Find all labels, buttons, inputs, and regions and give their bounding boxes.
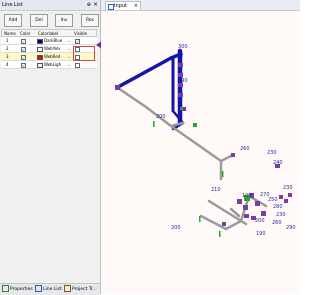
node-marker[interactable] bbox=[243, 205, 248, 210]
support-marker[interactable] bbox=[219, 231, 221, 237]
support-marker[interactable] bbox=[193, 123, 197, 127]
pipe-segment[interactable] bbox=[169, 124, 223, 163]
node-marker[interactable] bbox=[222, 222, 226, 226]
tab-input[interactable]: Input × bbox=[105, 1, 141, 10]
node-label: 100 bbox=[242, 193, 252, 199]
node-label: 300 bbox=[178, 44, 188, 50]
node-label: 280 bbox=[273, 204, 283, 210]
node-marker[interactable] bbox=[288, 193, 292, 197]
app-window: Line List ⊕ × Add Del Inv Res Name Color… bbox=[0, 0, 300, 295]
node-label: 240 bbox=[273, 160, 283, 166]
document-area: Input × 300 290 200 230 260 200 210 240 … bbox=[101, 0, 300, 294]
node-labels: 300 290 200 230 260 200 210 240 230 270 … bbox=[156, 44, 296, 237]
node-marker[interactable] bbox=[237, 199, 242, 204]
pipe-segment[interactable] bbox=[116, 86, 148, 109]
pipe-segment[interactable] bbox=[116, 56, 173, 89]
node-label: 250 bbox=[268, 197, 278, 203]
pipe-line-1[interactable] bbox=[116, 48, 185, 131]
node-label: 290 bbox=[178, 78, 188, 84]
node-label: 290 bbox=[286, 225, 296, 231]
support-marker[interactable] bbox=[180, 107, 183, 110]
pipe-segment[interactable] bbox=[169, 121, 185, 128]
node-label: 210 bbox=[211, 187, 221, 193]
node-label: 190 bbox=[256, 231, 266, 237]
node-marker[interactable] bbox=[279, 195, 283, 199]
tab-input-label: Input bbox=[114, 3, 127, 9]
pipe-segment[interactable] bbox=[224, 219, 243, 231]
node-label: 260 bbox=[272, 220, 282, 226]
node-marker[interactable] bbox=[255, 201, 260, 206]
node-marker[interactable] bbox=[115, 85, 120, 90]
support-marker[interactable] bbox=[199, 216, 201, 222]
node-marker[interactable] bbox=[261, 211, 266, 216]
node-marker[interactable] bbox=[178, 93, 183, 97]
node-marker[interactable] bbox=[284, 199, 288, 203]
document-tabbar: Input × bbox=[101, 0, 300, 11]
close-tab-icon[interactable]: × bbox=[134, 2, 138, 11]
node-marker[interactable] bbox=[178, 73, 183, 77]
node-label: 260 bbox=[240, 146, 250, 152]
node-marker[interactable] bbox=[244, 214, 249, 218]
node-marker[interactable] bbox=[178, 63, 183, 67]
node-label: 230 bbox=[276, 212, 286, 218]
support-marker[interactable] bbox=[222, 171, 224, 177]
node-marker[interactable] bbox=[231, 153, 235, 157]
nodes[interactable] bbox=[115, 63, 292, 226]
node-label: 200 bbox=[156, 114, 166, 120]
support-marker[interactable] bbox=[153, 121, 155, 127]
pipe-model[interactable]: 300 290 200 230 260 200 210 240 230 270 … bbox=[101, 11, 300, 294]
3d-viewport[interactable]: 300 290 200 230 260 200 210 240 230 270 … bbox=[101, 11, 300, 294]
pipe-segment[interactable] bbox=[207, 199, 248, 226]
node-label: 200 bbox=[255, 218, 265, 224]
node-label: 200 bbox=[171, 225, 181, 231]
node-label: 230 bbox=[283, 185, 293, 191]
node-label: 230 bbox=[267, 150, 277, 156]
